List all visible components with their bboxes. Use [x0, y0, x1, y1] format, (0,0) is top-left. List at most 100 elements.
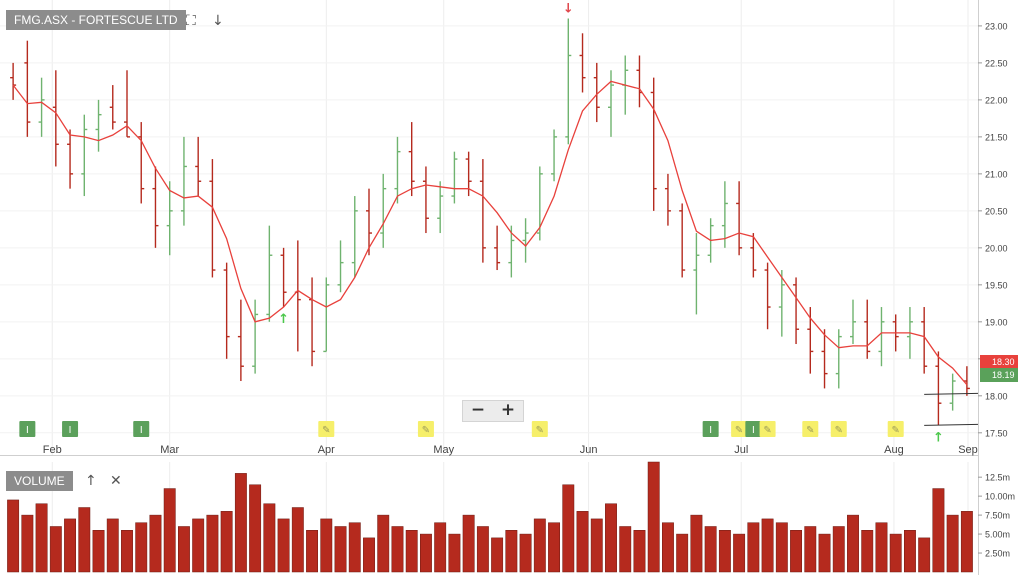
volume-bar	[405, 530, 418, 573]
volume-bar	[21, 514, 34, 573]
volume-bar	[590, 518, 603, 573]
month-label: Sep	[958, 444, 978, 456]
close-icon[interactable]: ✕	[110, 473, 122, 489]
current-price-value: 18.30	[992, 357, 1015, 367]
current-price-tag: 18.30	[980, 355, 1018, 369]
volume-tick-label: 10.00m	[985, 492, 1015, 502]
month-label: Apr	[318, 444, 335, 456]
news-marker-icon: ✎	[735, 425, 743, 436]
news-marker-icon: ✎	[835, 425, 843, 436]
price-tick-label: 19.50	[985, 280, 1008, 290]
price-tick-label: 21.50	[985, 132, 1008, 142]
news-marker-icon: ✎	[763, 425, 771, 436]
volume-bar	[491, 537, 504, 573]
volume-bar	[861, 530, 874, 573]
volume-bar	[348, 522, 361, 573]
volume-bar	[633, 530, 646, 573]
volume-bar	[918, 537, 931, 573]
price-tick-label: 22.00	[985, 95, 1008, 105]
dividend-marker-letter: I	[26, 425, 29, 436]
volume-bar	[220, 511, 233, 573]
volume-bar	[291, 507, 304, 573]
volume-label: VOLUME	[6, 471, 73, 491]
volume-bar	[476, 526, 489, 573]
volume-bar	[605, 503, 617, 573]
zoom-out-button[interactable]: −	[463, 401, 493, 421]
volume-bar	[832, 526, 845, 573]
month-label: Feb	[43, 444, 62, 456]
volume-bar	[562, 484, 575, 573]
volume-bar	[306, 530, 319, 573]
symbol-label[interactable]: FMG.ASX - FORTESCUE LTD	[6, 10, 186, 30]
month-label: Jul	[734, 444, 748, 456]
zoom-in-button[interactable]: +	[493, 401, 523, 421]
volume-bar	[519, 533, 532, 573]
volume-bar	[718, 530, 731, 573]
volume-bar	[960, 511, 973, 573]
volume-bar	[576, 511, 589, 573]
volume-bar	[263, 503, 276, 573]
volume-bar	[334, 526, 347, 573]
volume-bar	[277, 518, 290, 573]
price-tick-label: 17.50	[985, 428, 1008, 438]
volume-bar	[903, 530, 916, 573]
volume-bar	[619, 526, 632, 573]
volume-bar	[92, 530, 105, 573]
volume-bar	[761, 518, 774, 573]
volume-bar	[676, 533, 689, 573]
buy-signal-arrow: ↑	[933, 430, 944, 445]
news-marker-icon: ✎	[892, 425, 900, 436]
volume-bar	[320, 518, 333, 573]
expand-icon[interactable]: ⛶	[186, 13, 196, 29]
news-marker-icon: ✎	[806, 425, 814, 436]
volume-bar	[847, 514, 859, 573]
volume-bar	[690, 514, 703, 573]
price-tick-label: 18.00	[985, 391, 1008, 401]
dividend-marker-letter: I	[140, 425, 143, 436]
news-marker-icon: ✎	[536, 425, 544, 436]
volume-bar	[775, 522, 788, 573]
price-tick-label: 20.00	[985, 243, 1008, 253]
volume-bar	[49, 526, 62, 573]
volume-tick-label: 5.00m	[985, 530, 1010, 540]
price-tick-label: 22.50	[985, 58, 1008, 68]
dividend-marker-letter: I	[752, 425, 755, 436]
volume-bar	[377, 514, 390, 573]
volume-bar	[206, 514, 219, 573]
ma-price-tag: 18.19	[980, 368, 1018, 382]
volume-bar	[647, 461, 660, 573]
volume-bar	[946, 514, 959, 573]
news-marker-icon: ✎	[322, 425, 330, 436]
volume-bar	[177, 526, 190, 573]
volume-bar	[747, 522, 760, 573]
volume-bar	[35, 503, 48, 573]
volume-bar	[135, 522, 148, 573]
arrow-up-icon[interactable]: ↑	[85, 473, 97, 489]
volume-bar	[163, 488, 176, 573]
zoom-control: − +	[462, 400, 524, 422]
volume-bar	[234, 473, 247, 573]
volume-bar	[121, 530, 133, 573]
volume-bar	[932, 488, 945, 573]
volume-bar	[363, 537, 375, 573]
volume-tick-label: 2.50m	[985, 549, 1010, 559]
volume-bar	[249, 484, 262, 573]
volume-bar	[419, 533, 432, 573]
month-label: Aug	[884, 444, 904, 456]
price-tick-label: 21.00	[985, 169, 1008, 179]
symbol-label-text: FMG.ASX - FORTESCUE LTD	[14, 13, 178, 27]
volume-bar	[804, 526, 817, 573]
dividend-marker-letter: I	[69, 425, 72, 436]
volume-bar	[548, 522, 561, 573]
month-label: Mar	[160, 444, 179, 456]
volume-bar	[149, 514, 162, 573]
volume-bar	[889, 533, 902, 573]
month-label: Jun	[580, 444, 598, 456]
volume-bar	[462, 514, 475, 573]
volume-bar	[78, 507, 91, 573]
ma-price-value: 18.19	[992, 370, 1015, 380]
arrow-down-icon[interactable]: ↓	[212, 13, 224, 29]
volume-bar	[704, 526, 717, 573]
volume-bar	[505, 530, 518, 573]
sell-signal-arrow: ↓	[563, 1, 574, 16]
